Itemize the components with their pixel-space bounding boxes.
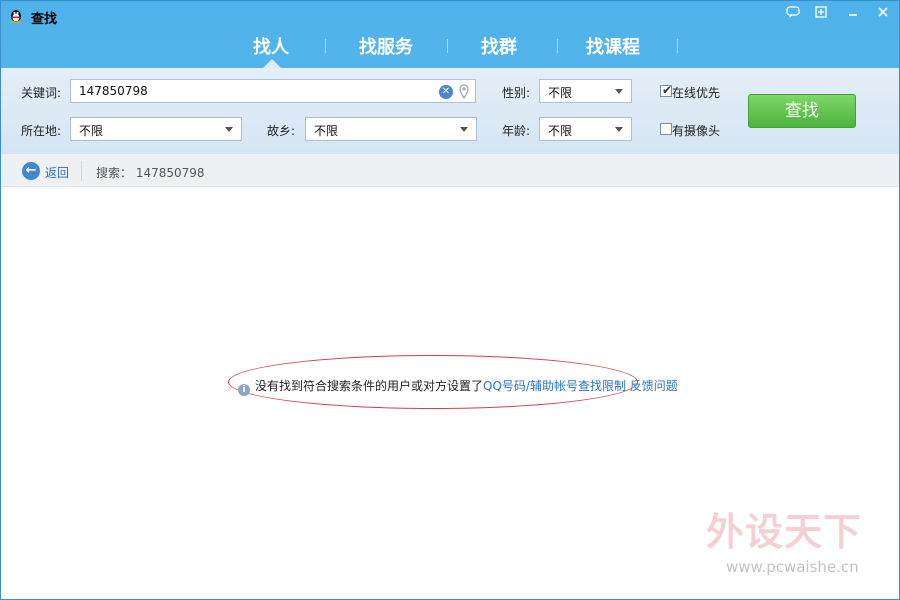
has-camera-checkbox[interactable] <box>660 123 672 135</box>
restriction-link[interactable]: QQ号码/辅助帐号查找限制 <box>483 379 626 393</box>
tab-separator <box>447 39 448 53</box>
online-first-label[interactable]: 在线优先 <box>672 84 720 101</box>
hometown-label: 故乡: <box>267 124 296 138</box>
chevron-down-icon <box>460 127 468 132</box>
back-arrow-icon[interactable]: ← <box>22 162 40 180</box>
keyword-input[interactable]: 147850798 ✕ <box>70 79 476 103</box>
chat-bubble-icon[interactable] <box>783 3 803 21</box>
clear-icon[interactable]: ✕ <box>439 85 453 99</box>
no-results-text: 没有找到符合搜索条件的用户或对方设置了 <box>255 379 484 393</box>
window-title: 查找 <box>31 12 58 27</box>
keyword-value: 147850798 <box>79 84 148 98</box>
age-label: 年龄: <box>502 124 531 138</box>
back-link[interactable]: 返回 <box>45 164 69 181</box>
tab-find-people[interactable]: 找人 <box>253 33 289 59</box>
search-button[interactable]: 查找 <box>748 94 856 128</box>
qq-penguin-icon <box>10 10 22 23</box>
watermark: 外设天下 www.pcwaishe.cn <box>706 501 896 591</box>
skin-icon[interactable] <box>811 3 831 21</box>
gender-value: 不限 <box>548 86 573 100</box>
watermark-logo: 外设天下 <box>706 510 863 554</box>
minimize-icon[interactable] <box>843 3 863 21</box>
age-select[interactable]: 不限 <box>539 117 632 141</box>
location-pin-icon[interactable] <box>459 84 469 100</box>
watermark-url: www.pcwaishe.cn <box>726 558 859 576</box>
gender-select[interactable]: 不限 <box>539 79 632 103</box>
header: 查找 找人 找服务 找群 找课程 关键词: 147850798 ✕ 性别: 不限… <box>1 1 899 154</box>
chevron-down-icon <box>225 127 233 132</box>
breadcrumb: ← 返回 搜索： 147850798 <box>1 154 899 187</box>
tab-separator <box>325 39 326 53</box>
tab-separator <box>557 39 558 53</box>
tab-find-groups[interactable]: 找群 <box>481 33 517 59</box>
tab-find-services[interactable]: 找服务 <box>359 33 413 59</box>
age-value: 不限 <box>548 124 573 138</box>
tab-find-courses[interactable]: 找课程 <box>586 33 640 59</box>
feedback-link[interactable]: 反馈问题 <box>630 379 678 393</box>
keyword-label: 关键词: <box>21 86 62 100</box>
find-window: 查找 找人 找服务 找群 找课程 关键词: 147850798 ✕ 性别: 不限… <box>0 0 900 600</box>
has-camera-label[interactable]: 有摄像头 <box>672 122 720 139</box>
info-icon: i <box>238 384 250 396</box>
checkmark-icon: ✔ <box>662 83 673 97</box>
tab-separator <box>677 39 678 53</box>
active-tab-indicator <box>263 59 281 68</box>
tab-bar: 找人 找服务 找群 找课程 <box>1 31 899 71</box>
titlebar: 查找 <box>1 1 899 29</box>
location-label: 所在地: <box>21 124 62 138</box>
gender-label: 性别: <box>502 86 531 100</box>
chevron-down-icon <box>615 89 623 94</box>
no-results-message: i 没有找到符合搜索条件的用户或对方设置了QQ号码/辅助帐号查找限制 反馈问题 <box>238 377 678 396</box>
search-query-text: 搜索： 147850798 <box>96 166 205 180</box>
chevron-down-icon <box>615 127 623 132</box>
online-first-checkbox[interactable]: ✔ <box>660 83 673 97</box>
close-icon[interactable] <box>873 3 893 21</box>
location-value: 不限 <box>79 124 104 138</box>
hometown-value: 不限 <box>314 124 339 138</box>
location-select[interactable]: 不限 <box>70 117 242 141</box>
breadcrumb-separator <box>81 161 82 181</box>
hometown-select[interactable]: 不限 <box>305 117 477 141</box>
